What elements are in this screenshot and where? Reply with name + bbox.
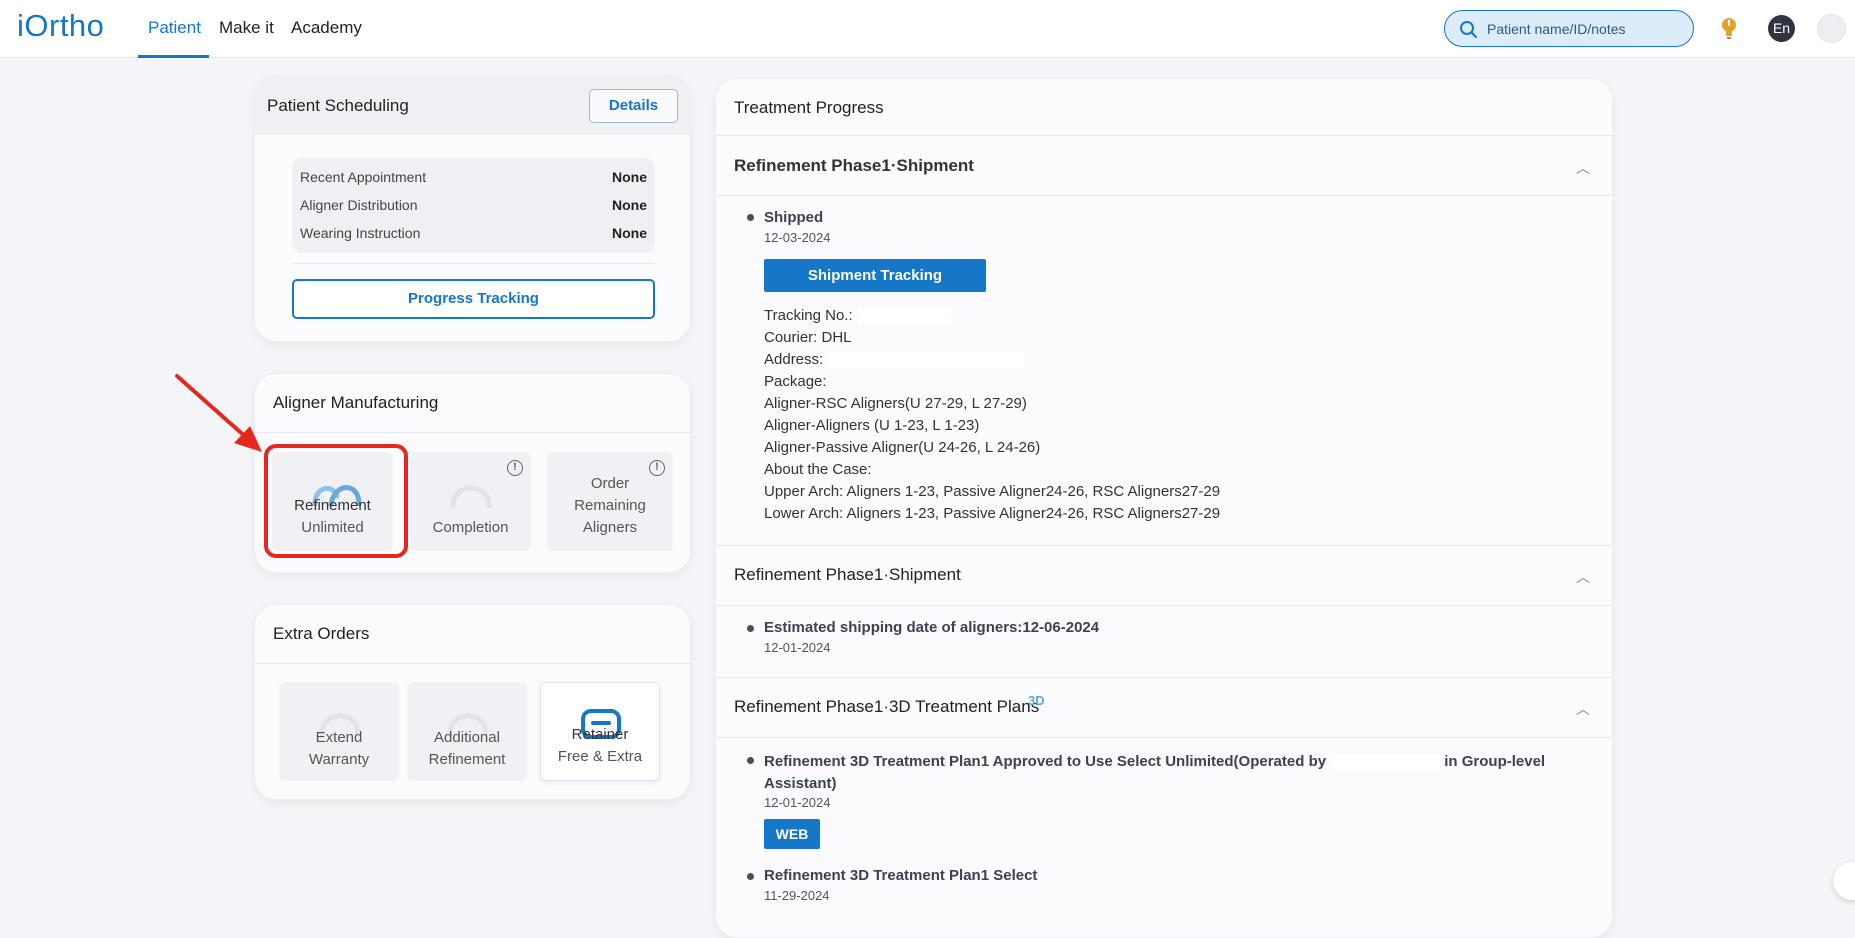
divider bbox=[716, 737, 1614, 738]
row-value: None bbox=[612, 197, 647, 213]
tile-label: Remaining bbox=[574, 497, 646, 514]
tile-label: Refinement bbox=[428, 751, 506, 768]
info-icon[interactable]: ! bbox=[507, 460, 523, 476]
tile-label: Order bbox=[590, 475, 630, 492]
extra-orders-card: Extra Orders Extend Warranty Additional … bbox=[254, 604, 692, 800]
card-title: Aligner Manufacturing bbox=[273, 393, 439, 412]
event-title: Shipped bbox=[764, 209, 824, 226]
timeline-dot bbox=[747, 873, 754, 880]
package-label: Package: bbox=[764, 373, 827, 390]
wearing-instruction-row: Wearing Instruction None bbox=[300, 225, 647, 253]
shipment-tracking-button[interactable]: Shipment Tracking bbox=[764, 259, 986, 292]
about-case-label: About the Case: bbox=[764, 461, 872, 478]
lower-arch: Lower Arch: Aligners 1-23, Passive Align… bbox=[764, 505, 1221, 522]
divider bbox=[716, 195, 1614, 196]
search-bar[interactable] bbox=[1444, 10, 1694, 47]
section-header[interactable]: Refinement Phase1·Shipment ︿ bbox=[716, 545, 1614, 605]
nav-make-it[interactable]: Make it bbox=[219, 18, 274, 38]
divider bbox=[716, 605, 1614, 606]
3d-icon: 3D bbox=[1028, 693, 1045, 708]
highlight-box bbox=[264, 444, 408, 558]
scheduling-summary: Recent Appointment None Aligner Distribu… bbox=[292, 158, 655, 253]
row-label: Wearing Instruction bbox=[300, 225, 421, 241]
order-remaining-aligners-tile[interactable]: ! Order Remaining Aligners bbox=[547, 452, 673, 551]
chevron-up-icon[interactable]: ︿ bbox=[1576, 567, 1590, 587]
event-title: Refinement 3D Treatment Plan1 Approved t… bbox=[764, 753, 1546, 792]
chevron-up-icon[interactable]: ︿ bbox=[1576, 699, 1590, 719]
tile-label: Extend bbox=[315, 729, 363, 746]
completion-tile[interactable]: ! Completion bbox=[410, 452, 531, 551]
event-date: 12-03-2024 bbox=[764, 230, 831, 245]
treatment-progress-card: Treatment Progress Refinement Phase1·Shi… bbox=[715, 78, 1614, 938]
event-date: 12-01-2024 bbox=[764, 795, 831, 810]
recent-appointment-row: Recent Appointment None bbox=[300, 169, 647, 197]
extend-warranty-tile[interactable]: Extend Warranty bbox=[279, 682, 399, 781]
nav-patient[interactable]: Patient bbox=[148, 18, 201, 38]
top-navbar: iOrtho Patient Make it Academy En bbox=[0, 0, 1855, 58]
lightbulb-icon[interactable] bbox=[1720, 16, 1738, 45]
tile-label: Additional bbox=[434, 729, 500, 746]
upper-arch: Upper Arch: Aligners 1-23, Passive Align… bbox=[764, 483, 1221, 500]
completion-icon bbox=[450, 485, 492, 508]
divider bbox=[292, 263, 655, 264]
tile-label: Aligners bbox=[582, 519, 638, 536]
package-item: Aligner-RSC Aligners(U 27-29, L 27-29) bbox=[764, 395, 1027, 412]
section-title: Refinement Phase1·Shipment bbox=[734, 565, 961, 584]
package-item: Aligner-Passive Aligner(U 24-26, L 24-26… bbox=[764, 439, 1041, 456]
tile-label: Retainer bbox=[571, 726, 629, 743]
patient-scheduling-card: Patient Scheduling Details Recent Appoin… bbox=[254, 76, 691, 342]
section-header[interactable]: Refinement Phase1·Shipment ︿ bbox=[716, 136, 1614, 196]
event-title: Estimated shipping date of aligners:12-0… bbox=[764, 619, 1100, 636]
tile-label: Warranty bbox=[308, 751, 370, 768]
event-title: Refinement 3D Treatment Plan1 Select bbox=[764, 867, 1038, 884]
tile-label: Completion bbox=[432, 519, 509, 536]
address: Address: bbox=[764, 351, 1026, 369]
row-label: Recent Appointment bbox=[300, 169, 427, 185]
tracking-no: Tracking No.: bbox=[764, 307, 951, 325]
section-header[interactable]: Refinement Phase1·3D Treatment Plans ︿ bbox=[716, 677, 1614, 737]
package-item: Aligner-Aligners (U 1-23, L 1-23) bbox=[764, 417, 980, 434]
section-title: Refinement Phase1·3D Treatment Plans bbox=[734, 697, 1040, 716]
timeline-dot bbox=[747, 625, 754, 632]
additional-refinement-tile[interactable]: Additional Refinement bbox=[407, 682, 527, 781]
row-value: None bbox=[612, 225, 647, 241]
divider bbox=[255, 663, 692, 664]
nav-academy[interactable]: Academy bbox=[291, 18, 362, 38]
iortho-logo[interactable]: iOrtho bbox=[17, 8, 104, 44]
tile-label: Free & Extra bbox=[557, 748, 643, 765]
annotation-arrow-icon bbox=[175, 374, 262, 452]
avatar[interactable] bbox=[1817, 14, 1846, 43]
search-input[interactable] bbox=[1485, 19, 1685, 39]
aligner-distribution-row: Aligner Distribution None bbox=[300, 197, 647, 225]
card-title: Treatment Progress bbox=[734, 98, 884, 117]
timeline-dot bbox=[747, 757, 754, 764]
search-icon bbox=[1459, 20, 1479, 45]
details-button[interactable]: Details bbox=[589, 89, 678, 123]
card-title: Extra Orders bbox=[273, 624, 370, 643]
progress-tracking-button[interactable]: Progress Tracking bbox=[292, 279, 655, 319]
event-date: 11-29-2024 bbox=[764, 888, 830, 903]
section-title: Refinement Phase1·Shipment bbox=[734, 156, 974, 175]
event-date: 12-01-2024 bbox=[764, 640, 831, 655]
language-switch[interactable]: En bbox=[1768, 15, 1795, 42]
row-label: Aligner Distribution bbox=[300, 197, 418, 213]
support-button[interactable] bbox=[1833, 862, 1855, 900]
web-button[interactable]: WEB bbox=[764, 819, 820, 849]
active-tab-indicator bbox=[138, 55, 209, 58]
timeline-dot bbox=[747, 214, 754, 221]
courier: Courier: DHL bbox=[764, 329, 852, 346]
chevron-up-icon[interactable]: ︿ bbox=[1576, 158, 1590, 178]
row-value: None bbox=[612, 169, 647, 185]
card-title: Patient Scheduling bbox=[267, 96, 409, 115]
retainer-tile[interactable]: Retainer Free & Extra bbox=[540, 682, 660, 781]
divider bbox=[255, 432, 692, 433]
